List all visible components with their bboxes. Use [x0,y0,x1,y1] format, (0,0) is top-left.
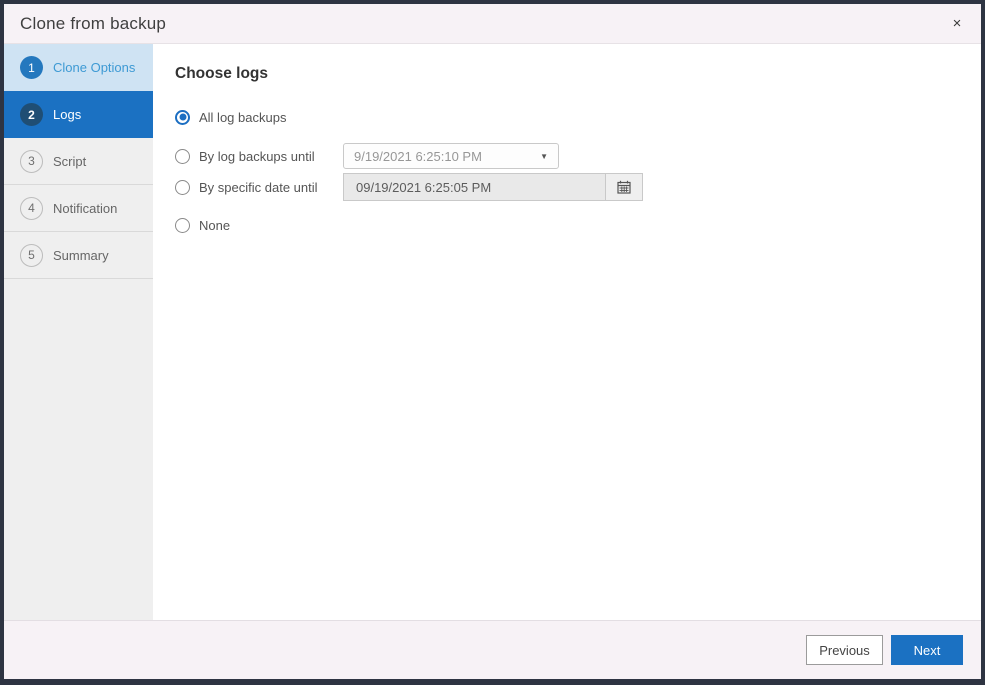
option-row-all-log-backups: All log backups [175,107,981,127]
calendar-picker-button[interactable] [605,174,642,200]
by-specific-date-option[interactable]: By specific date until [175,180,343,195]
sidebar-step-logs[interactable]: 2 Logs [4,91,153,138]
option-row-none: None [175,215,981,235]
sidebar-step-script[interactable]: 3 Script [4,138,153,185]
wizard-steps-sidebar: 1 Clone Options 2 Logs 3 Script 4 Notifi… [4,44,153,620]
clone-from-backup-dialog: Clone from backup × 1 Clone Options 2 Lo… [0,0,985,685]
all-log-backups-label: All log backups [199,110,286,125]
by-log-backups-label: By log backups until [199,149,315,164]
sidebar-filler [4,279,153,620]
log-options-group: All log backups By log backups until 9/1… [175,107,981,235]
step-label: Notification [53,201,117,216]
page-title: Choose logs [175,64,981,84]
by-log-backups-option[interactable]: By log backups until [175,149,343,164]
option-row-by-specific-date: By specific date until 09/19/2021 6:25:0… [175,173,981,201]
log-backup-datetime-dropdown[interactable]: 9/19/2021 6:25:10 PM ▼ [343,143,559,169]
sidebar-step-clone-options[interactable]: 1 Clone Options [4,44,153,91]
logs-step-panel: Choose logs All log backups By log backu… [153,44,981,620]
specific-date-input[interactable]: 09/19/2021 6:25:05 PM [344,174,605,200]
all-log-backups-radio[interactable] [175,110,190,125]
next-button[interactable]: Next [891,635,963,665]
dialog-title: Clone from backup [20,14,166,34]
chevron-down-icon: ▼ [540,152,548,161]
option-row-by-log-backups: By log backups until 9/19/2021 6:25:10 P… [175,143,981,169]
log-backup-datetime-value: 9/19/2021 6:25:10 PM [354,149,540,164]
dialog-footer: Previous Next [4,620,981,679]
sidebar-step-notification[interactable]: 4 Notification [4,185,153,232]
step-number-badge: 4 [20,197,43,220]
step-number-badge: 1 [20,56,43,79]
step-label: Clone Options [53,60,135,75]
by-specific-date-radio[interactable] [175,180,190,195]
specific-date-field: 09/19/2021 6:25:05 PM [343,173,643,201]
step-number-badge: 3 [20,150,43,173]
close-icon[interactable]: × [947,14,967,34]
step-label: Logs [53,107,81,122]
step-number-badge: 5 [20,244,43,267]
none-label: None [199,218,230,233]
sidebar-step-summary[interactable]: 5 Summary [4,232,153,279]
none-option[interactable]: None [175,218,343,233]
by-specific-date-label: By specific date until [199,180,318,195]
dialog-titlebar: Clone from backup × [4,4,981,44]
all-log-backups-option[interactable]: All log backups [175,110,343,125]
none-radio[interactable] [175,218,190,233]
calendar-icon [617,180,631,194]
by-log-backups-radio[interactable] [175,149,190,164]
step-label: Script [53,154,86,169]
step-label: Summary [53,248,109,263]
previous-button[interactable]: Previous [806,635,883,665]
step-number-badge: 2 [20,103,43,126]
